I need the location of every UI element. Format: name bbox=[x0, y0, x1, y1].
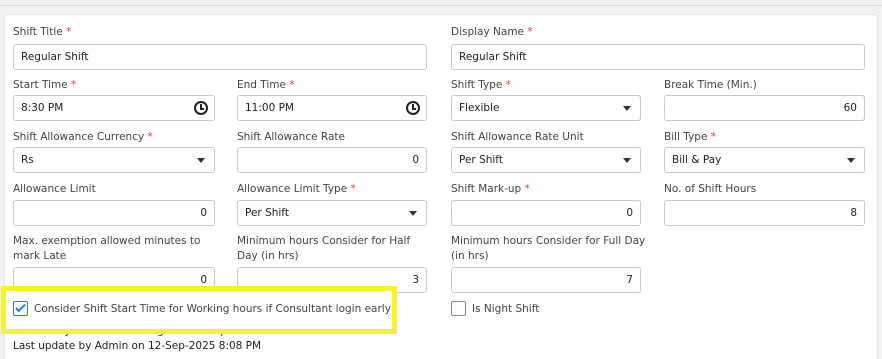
shift-title-label: Shift Title * bbox=[13, 26, 72, 38]
night-shift-label: Is Night Shift bbox=[472, 303, 540, 315]
shift-title-input[interactable]: Regular Shift bbox=[13, 44, 427, 70]
top-strip bbox=[0, 0, 882, 6]
bill-type-select[interactable]: Bill & Pay bbox=[664, 147, 865, 173]
shift-markup-input[interactable]: 0 bbox=[451, 200, 641, 226]
highlight-box bbox=[1, 286, 397, 334]
chevron-down-icon bbox=[623, 158, 631, 163]
break-time-label: Break Time (Min.) bbox=[664, 79, 757, 91]
break-time-input[interactable]: 60 bbox=[664, 95, 865, 121]
clock-icon[interactable] bbox=[406, 101, 420, 115]
shift-hours-input[interactable]: 8 bbox=[664, 200, 865, 226]
clock-icon[interactable] bbox=[194, 101, 208, 115]
display-name-input[interactable]: Regular Shift bbox=[451, 44, 865, 70]
end-time-value: 11:00 PM bbox=[245, 102, 294, 114]
end-time-label: End Time * bbox=[237, 79, 295, 91]
chevron-down-icon bbox=[197, 158, 205, 163]
start-time-value: 8:30 PM bbox=[21, 102, 64, 114]
shift-type-label: Shift Type * bbox=[451, 79, 511, 91]
allowance-rate-unit-value: Per Shift bbox=[459, 154, 503, 166]
allowance-currency-value: Rs bbox=[21, 154, 34, 166]
night-shift-checkbox[interactable] bbox=[451, 301, 466, 316]
allowance-rate-label: Shift Allowance Rate bbox=[237, 131, 345, 143]
start-time-label: Start Time * bbox=[13, 79, 77, 91]
shift-hours-label: No. of Shift Hours bbox=[664, 183, 757, 195]
chevron-down-icon bbox=[847, 158, 855, 163]
allowance-currency-label: Shift Allowance Currency * bbox=[13, 131, 153, 143]
start-time-input[interactable]: 8:30 PM bbox=[13, 95, 215, 121]
allowance-limit-type-value: Per Shift bbox=[245, 207, 289, 219]
chevron-down-icon bbox=[409, 211, 417, 216]
bill-type-label: Bill Type * bbox=[664, 131, 717, 143]
min-full-day-input[interactable]: 7 bbox=[451, 267, 641, 293]
allowance-limit-type-label: Allowance Limit Type * bbox=[237, 183, 356, 195]
shift-type-select[interactable]: Flexible bbox=[451, 95, 641, 121]
min-half-day-label: Minimum hours Consider for Half Day (in … bbox=[237, 235, 411, 262]
allowance-limit-type-select[interactable]: Per Shift bbox=[237, 200, 427, 226]
bill-type-value: Bill & Pay bbox=[672, 154, 722, 166]
chevron-down-icon bbox=[623, 106, 631, 111]
max-exemption-label: Max. exemption allowed minutes to mark L… bbox=[13, 235, 201, 262]
allowance-currency-select[interactable]: Rs bbox=[13, 147, 215, 173]
allowance-limit-label: Allowance Limit bbox=[13, 183, 96, 195]
last-update-text: Last update by Admin on 12-Sep-2025 8:08… bbox=[13, 340, 262, 352]
allowance-rate-unit-label: Shift Allowance Rate Unit bbox=[451, 131, 584, 143]
allowance-rate-unit-select[interactable]: Per Shift bbox=[451, 147, 641, 173]
min-full-day-label: Minimum hours Consider for Full Day (in … bbox=[451, 235, 646, 262]
shift-type-value: Flexible bbox=[459, 102, 500, 114]
end-time-input[interactable]: 11:00 PM bbox=[237, 95, 427, 121]
allowance-rate-input[interactable]: 0 bbox=[237, 147, 427, 173]
display-name-label: Display Name * bbox=[451, 26, 533, 38]
shift-markup-label: Shift Mark-up * bbox=[451, 183, 530, 195]
allowance-limit-input[interactable]: 0 bbox=[13, 200, 215, 226]
